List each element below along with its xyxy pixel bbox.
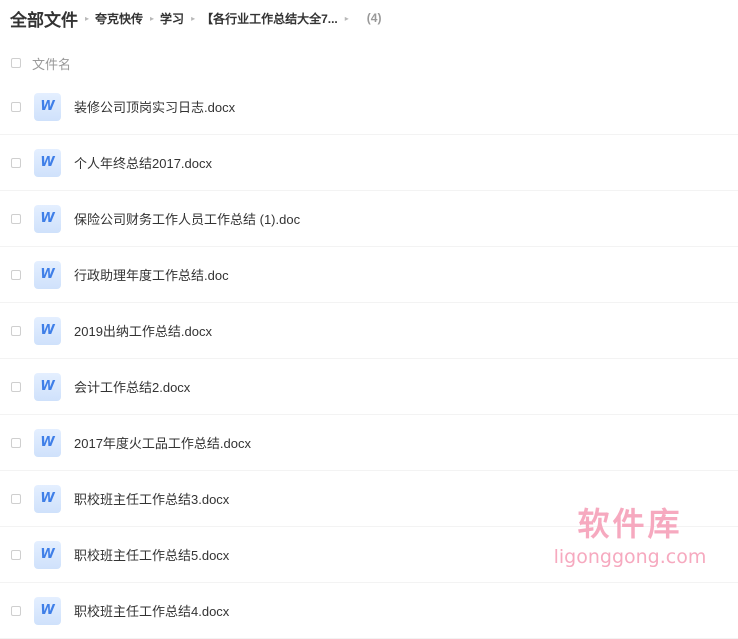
word-doc-icon: W — [34, 540, 61, 569]
word-doc-icon: W — [34, 204, 61, 233]
word-doc-icon: W — [34, 148, 61, 177]
word-doc-icon: W — [34, 260, 61, 289]
breadcrumb-root[interactable]: 全部文件 — [10, 6, 78, 31]
file-name[interactable]: 行政助理年度工作总结.doc — [74, 265, 229, 284]
column-header-filename[interactable]: 文件名 — [32, 54, 71, 73]
file-row-checkbox[interactable] — [11, 381, 21, 392]
word-doc-icon: W — [34, 92, 61, 121]
file-row[interactable]: W 2017年度火工品工作总结.docx — [0, 415, 738, 471]
file-name[interactable]: 保险公司财务工作人员工作总结 (1).doc — [74, 209, 300, 228]
breadcrumb-item-xuexi[interactable]: 学习 — [160, 10, 184, 27]
word-doc-icon: W — [34, 428, 61, 457]
file-row[interactable]: W 会计工作总结2.docx — [0, 359, 738, 415]
file-row-checkbox[interactable] — [11, 101, 21, 112]
breadcrumb-item-kuake-kuaichuan[interactable]: 夸克快传 — [95, 10, 143, 27]
file-row-checkbox[interactable] — [11, 549, 21, 560]
file-row-checkbox[interactable] — [11, 493, 21, 504]
file-row-checkbox[interactable] — [11, 213, 21, 224]
breadcrumb-separator-icon: ▸ — [191, 13, 196, 23]
file-list: W 装修公司顶岗实习日志.docx W 个人年终总结2017.docx W 保险… — [0, 79, 738, 639]
file-row[interactable]: W 保险公司财务工作人员工作总结 (1).doc — [0, 191, 738, 247]
file-row[interactable]: W 个人年终总结2017.docx — [0, 135, 738, 191]
file-name[interactable]: 2017年度火工品工作总结.docx — [74, 433, 251, 452]
file-count-badge: (4) — [366, 11, 382, 25]
breadcrumb-item-current-folder[interactable]: 【各行业工作总结大全7... — [201, 10, 338, 27]
word-doc-icon: W — [34, 316, 61, 345]
file-row-checkbox[interactable] — [11, 437, 21, 448]
file-name[interactable]: 职校班主任工作总结3.docx — [74, 489, 229, 508]
breadcrumb-separator-icon: ▸ — [85, 13, 90, 23]
file-name[interactable]: 个人年终总结2017.docx — [74, 153, 212, 172]
file-name[interactable]: 职校班主任工作总结5.docx — [74, 545, 229, 564]
word-doc-icon: W — [34, 596, 61, 625]
breadcrumb-separator-icon: ▸ — [344, 13, 349, 23]
word-doc-icon: W — [34, 484, 61, 513]
file-name[interactable]: 会计工作总结2.docx — [74, 377, 190, 396]
file-name[interactable]: 职校班主任工作总结4.docx — [74, 601, 229, 620]
file-name[interactable]: 装修公司顶岗实习日志.docx — [74, 97, 235, 116]
file-row-checkbox[interactable] — [11, 605, 21, 616]
file-row-checkbox[interactable] — [11, 157, 21, 168]
file-list-header: 文件名 — [0, 50, 738, 76]
file-row[interactable]: W 职校班主任工作总结3.docx — [0, 471, 738, 527]
file-row-checkbox[interactable] — [11, 325, 21, 336]
file-row[interactable]: W 装修公司顶岗实习日志.docx — [0, 79, 738, 135]
file-row[interactable]: W 2019出纳工作总结.docx — [0, 303, 738, 359]
file-row[interactable]: W 职校班主任工作总结5.docx — [0, 527, 738, 583]
file-row-checkbox[interactable] — [11, 269, 21, 280]
select-all-checkbox[interactable] — [11, 58, 21, 68]
word-doc-icon: W — [34, 372, 61, 401]
file-row[interactable]: W 行政助理年度工作总结.doc — [0, 247, 738, 303]
breadcrumb: 全部文件 ▸ 夸克快传 ▸ 学习 ▸ 【各行业工作总结大全7... ▸ (4) — [10, 6, 381, 30]
file-name[interactable]: 2019出纳工作总结.docx — [74, 321, 212, 340]
file-row[interactable]: W 职校班主任工作总结4.docx — [0, 583, 738, 639]
breadcrumb-separator-icon: ▸ — [150, 13, 155, 23]
